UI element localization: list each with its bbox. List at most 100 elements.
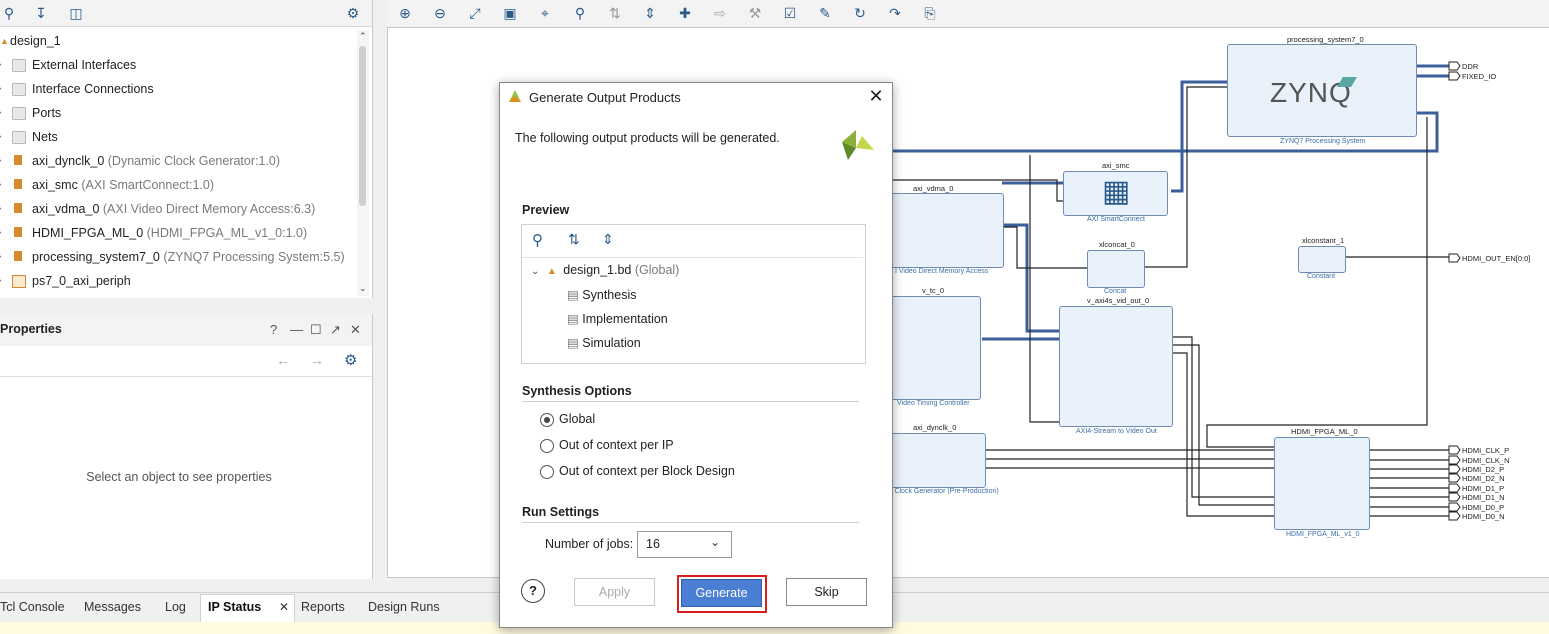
- gear-icon[interactable]: ⚙: [344, 351, 357, 369]
- sources-scrollbar-thumb[interactable]: [359, 46, 366, 206]
- xlconstant-block[interactable]: [1298, 246, 1346, 273]
- expand-icon[interactable]: ⇕: [640, 4, 660, 22]
- ip-block-icon: [14, 155, 22, 165]
- preview-root-row[interactable]: ⌄ ▲ design_1.bd (Global): [531, 263, 679, 277]
- zoom-in-icon[interactable]: ⊕: [395, 4, 415, 22]
- center-icon[interactable]: ⌖: [535, 4, 555, 22]
- scroll-down-icon[interactable]: ⌄: [359, 283, 367, 294]
- port-label-hdmi-d0-p: HDMI_D0_P: [1462, 503, 1505, 512]
- radio-global[interactable]: [540, 413, 554, 427]
- port-label-hdmi-d2-p: HDMI_D2_P: [1462, 465, 1505, 474]
- validate-icon[interactable]: ☑: [780, 4, 800, 22]
- skip-button[interactable]: Skip: [786, 578, 867, 606]
- regenerate-layout-icon[interactable]: ↷: [885, 4, 905, 22]
- hdmi-block[interactable]: [1274, 437, 1370, 530]
- zoom-area-icon[interactable]: ▣: [500, 4, 520, 22]
- zynq-block[interactable]: ZYNQ: [1227, 44, 1417, 137]
- add-ip-icon[interactable]: ✚: [675, 4, 695, 22]
- v-tc-title: v_tc_0: [922, 286, 945, 295]
- axi-vdma-block[interactable]: [885, 193, 1004, 268]
- folder-icon: [12, 59, 26, 72]
- folder-icon: [12, 131, 26, 144]
- float-icon[interactable]: ↗: [330, 322, 341, 338]
- generate-button[interactable]: Generate: [681, 579, 762, 607]
- v-axi4s-subtitle: AXI4-Stream to Video Out: [1076, 428, 1157, 435]
- forward-arrow-icon[interactable]: →: [310, 352, 324, 368]
- search-icon[interactable]: ⚲: [570, 4, 590, 22]
- minimize-icon[interactable]: —: [290, 322, 303, 337]
- ip-block-icon: [14, 227, 22, 237]
- v-tc-block[interactable]: [885, 296, 981, 400]
- collapse-icon[interactable]: ⇅: [605, 4, 625, 22]
- collapse-all-icon[interactable]: ⇅: [568, 231, 580, 248]
- port-hdmi: [1448, 464, 1461, 474]
- radio-ooc-per-ip-label[interactable]: Out of context per IP: [559, 438, 674, 452]
- help-button[interactable]: ?: [270, 322, 277, 337]
- apply-button[interactable]: Apply: [574, 578, 655, 606]
- tab-ip-status[interactable]: IP Status: [208, 600, 261, 614]
- document-icon: ▤: [567, 288, 579, 302]
- chevron-right-icon[interactable]: ›: [0, 174, 8, 196]
- chevron-right-icon[interactable]: ›: [0, 78, 8, 100]
- radio-ooc-per-bd-label[interactable]: Out of context per Block Design: [559, 464, 735, 478]
- zoom-out-icon[interactable]: ⊖: [430, 4, 450, 22]
- xlconstant-subtitle: Constant: [1307, 273, 1336, 280]
- expand-hierarchy-icon[interactable]: ◫: [67, 4, 85, 22]
- axi-dynclk-block[interactable]: [885, 433, 986, 488]
- signal-wire: [1002, 226, 1087, 269]
- tab-log[interactable]: Log: [165, 600, 186, 614]
- expand-all-icon[interactable]: ⇕: [602, 231, 614, 248]
- chevron-right-icon[interactable]: ›: [0, 198, 8, 220]
- optimize-routing-icon[interactable]: ⎘: [920, 4, 940, 22]
- refresh-icon[interactable]: ↻: [850, 4, 870, 22]
- help-button[interactable]: ?: [521, 579, 545, 603]
- chevron-right-icon[interactable]: ›: [0, 126, 8, 148]
- tab-close-icon[interactable]: ✕: [279, 600, 289, 614]
- port-hdmi: [1448, 445, 1461, 455]
- tab-design-runs[interactable]: Design Runs: [368, 600, 440, 614]
- connect-icon[interactable]: ⇨: [710, 4, 730, 22]
- preview-item-simulation[interactable]: ▤ Simulation: [567, 335, 641, 350]
- dialog-title: Generate Output Products: [529, 90, 681, 105]
- xlconcat-block[interactable]: [1087, 250, 1145, 288]
- radio-ooc-per-bd[interactable]: [540, 465, 554, 479]
- synthesis-options-heading: Synthesis Options: [522, 384, 632, 398]
- chevron-right-icon[interactable]: ›: [0, 102, 8, 124]
- back-arrow-icon[interactable]: ←: [276, 352, 290, 368]
- tab-reports[interactable]: Reports: [301, 600, 345, 614]
- chevron-right-icon[interactable]: ›: [0, 54, 8, 76]
- autoconnect-icon[interactable]: ✎: [815, 4, 835, 22]
- port-hdmi: [1448, 511, 1461, 521]
- preview-item-implementation[interactable]: ▤ Implementation: [567, 311, 668, 326]
- chevron-right-icon[interactable]: ›: [0, 246, 8, 268]
- axi-smc-block[interactable]: ▦: [1063, 171, 1168, 216]
- preview-item-synthesis[interactable]: ▤ Synthesis: [567, 287, 637, 302]
- jobs-select[interactable]: 16 ⌄: [637, 531, 732, 558]
- chevron-right-icon[interactable]: ›: [0, 222, 8, 244]
- v-axi4s-block[interactable]: [1059, 306, 1173, 427]
- search-icon[interactable]: ⚲: [532, 231, 543, 249]
- port-label-hdmi-out-en: HDMI_OUT_EN[0:0]: [1462, 254, 1531, 263]
- scroll-up-icon[interactable]: ⌃: [359, 31, 367, 42]
- radio-global-label[interactable]: Global: [559, 412, 595, 426]
- zoom-fit-icon[interactable]: ⤢: [465, 4, 485, 22]
- close-icon[interactable]: ✕: [866, 86, 886, 106]
- tab-tcl-console[interactable]: Tcl Console: [0, 600, 65, 614]
- tab-messages[interactable]: Messages: [84, 600, 141, 614]
- gear-icon[interactable]: ⚙: [344, 4, 362, 22]
- close-icon[interactable]: ✕: [350, 322, 361, 338]
- chevron-right-icon[interactable]: ›: [0, 270, 8, 292]
- axi-dynclk-title: axi_dynclk_0: [913, 423, 957, 432]
- signal-wire: [1206, 117, 1428, 448]
- sources-toolbar: ⚲ ↧ ◫ ⚙: [0, 0, 372, 27]
- search-icon[interactable]: ⚲: [0, 4, 18, 22]
- port-label-fixed-io: FIXED_IO: [1462, 72, 1497, 81]
- port-hdmi: [1448, 483, 1461, 493]
- wrench-icon[interactable]: ⚒: [745, 4, 765, 22]
- radio-ooc-per-ip[interactable]: [540, 439, 554, 453]
- maximize-icon[interactable]: ☐: [310, 322, 322, 338]
- properties-title: Properties: [0, 322, 62, 336]
- chevron-right-icon[interactable]: ›: [0, 150, 8, 172]
- collapse-all-icon[interactable]: ↧: [32, 4, 50, 22]
- chevron-down-icon[interactable]: ⌄: [531, 266, 539, 277]
